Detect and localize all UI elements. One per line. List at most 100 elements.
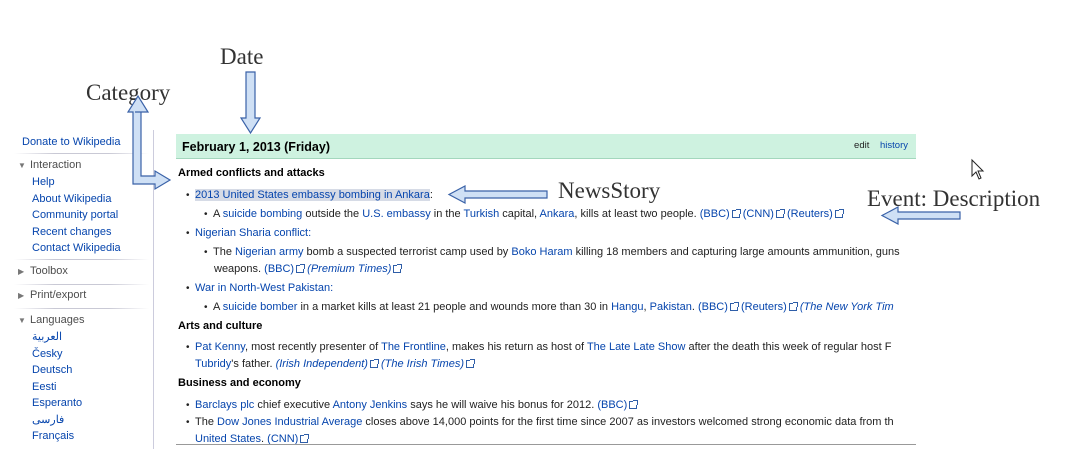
expanded-arrow-icon: ▼ bbox=[18, 316, 26, 325]
event-description: • Barclays plc chief executive Antony Jen… bbox=[186, 397, 639, 414]
header-links: edit history bbox=[854, 140, 908, 151]
bullet-icon: • bbox=[186, 400, 190, 411]
date-arrow-icon bbox=[239, 71, 262, 135]
current-events-content: February 1, 2013 (Friday) edit history A… bbox=[176, 134, 918, 449]
print-portlet-header[interactable]: ▶ Print/export bbox=[18, 287, 86, 304]
language-link-persian[interactable]: فارسی bbox=[32, 412, 82, 429]
external-link-icon bbox=[834, 209, 844, 218]
bullet-icon: • bbox=[186, 228, 190, 239]
link-suicide-bomber[interactable]: suicide bomber bbox=[223, 301, 298, 313]
ref-irish-times[interactable]: (The Irish Times) bbox=[381, 358, 464, 370]
story-link-war-nw-pakistan[interactable]: War in North-West Pakistan: bbox=[195, 282, 333, 294]
event-description-continued: Tubridy's father. (Irish Independent) (T… bbox=[195, 356, 476, 372]
sidebar-divider bbox=[14, 284, 149, 285]
day-header: February 1, 2013 (Friday) edit history bbox=[176, 134, 916, 159]
languages-label: Languages bbox=[30, 314, 85, 326]
external-link-icon bbox=[775, 209, 785, 218]
event-text: after the death this week of regular hos… bbox=[685, 341, 892, 353]
language-link-german[interactable]: Deutsch bbox=[32, 362, 82, 379]
bullet-icon: • bbox=[186, 417, 190, 428]
news-story-item: • 2013 United States embassy bombing in A… bbox=[186, 187, 433, 204]
ref-bbc[interactable]: (BBC) bbox=[698, 301, 728, 313]
sidebar-divider bbox=[14, 153, 149, 154]
link-hangu[interactable]: Hangu bbox=[611, 301, 643, 313]
external-link-icon bbox=[788, 302, 798, 311]
ref-bbc[interactable]: (BBC) bbox=[597, 399, 627, 411]
mouse-cursor-icon bbox=[971, 158, 985, 180]
edit-link[interactable]: edit bbox=[854, 140, 869, 151]
sidebar-item-recent-changes[interactable]: Recent changes bbox=[32, 224, 121, 241]
event-description: • The Dow Jones Industrial Average closes… bbox=[186, 414, 894, 431]
link-us-embassy[interactable]: U.S. embassy bbox=[362, 208, 430, 220]
ref-bbc[interactable]: (BBC) bbox=[264, 263, 294, 275]
link-pakistan[interactable]: Pakistan bbox=[650, 301, 692, 313]
event-text: The bbox=[213, 246, 236, 258]
link-nigerian-army[interactable]: Nigerian army bbox=[235, 246, 303, 258]
sidebar-divider bbox=[14, 259, 149, 260]
print-label: Print/export bbox=[30, 289, 87, 301]
languages-list: العربية Česky Deutsch Eesti Esperanto فا… bbox=[32, 329, 82, 445]
ref-reuters[interactable]: (Reuters) bbox=[741, 301, 787, 313]
ref-reuters[interactable]: (Reuters) bbox=[787, 208, 833, 220]
ref-irish-independent[interactable]: (Irish Independent) bbox=[276, 358, 368, 370]
link-antony-jenkins[interactable]: Antony Jenkins bbox=[333, 399, 408, 411]
language-link-czech[interactable]: Česky bbox=[32, 346, 82, 363]
news-story-item: • Nigerian Sharia conflict: bbox=[186, 225, 311, 242]
sidebar-item-help[interactable]: Help bbox=[32, 174, 121, 191]
sidebar-item-about[interactable]: About Wikipedia bbox=[32, 191, 121, 208]
sidebar-item-contact[interactable]: Contact Wikipedia bbox=[32, 240, 121, 257]
collapsed-arrow-icon: ▶ bbox=[18, 267, 25, 276]
event-text: , most recently presenter of bbox=[244, 341, 382, 353]
external-link-icon bbox=[296, 264, 306, 273]
language-link-esperanto[interactable]: Esperanto bbox=[32, 395, 82, 412]
language-link-arabic[interactable]: العربية bbox=[32, 329, 82, 346]
link-boko-haram[interactable]: Boko Haram bbox=[511, 246, 572, 258]
event-description: • Pat Kenny, most recently presenter of T… bbox=[186, 339, 891, 356]
external-link-icon bbox=[466, 359, 476, 368]
bullet-icon: • bbox=[186, 342, 190, 353]
story-link-nigerian-sharia-conflict[interactable]: Nigerian Sharia conflict: bbox=[195, 227, 311, 239]
story-link-ankara-bombing[interactable]: 2013 United States embassy bombing in An… bbox=[195, 189, 430, 201]
ref-new-york-times[interactable]: (The New York Tim bbox=[800, 301, 894, 313]
bullet-icon: • bbox=[186, 283, 190, 294]
ref-cnn[interactable]: (CNN) bbox=[743, 208, 774, 220]
event-description-continued: weapons. (BBC) (Premium Times) bbox=[214, 261, 403, 277]
link-pat-kenny[interactable]: Pat Kenny bbox=[195, 341, 245, 353]
link-dow-jones[interactable]: Dow Jones Industrial Average bbox=[217, 416, 362, 428]
event-description: • A suicide bombing outside the U.S. emba… bbox=[204, 206, 844, 223]
category-arts-culture: Arts and culture bbox=[178, 320, 263, 332]
bullet-icon: • bbox=[204, 209, 208, 220]
link-suicide-bombing[interactable]: suicide bombing bbox=[223, 208, 303, 220]
ref-bbc[interactable]: (BBC) bbox=[700, 208, 730, 220]
external-link-icon bbox=[300, 434, 310, 443]
history-link[interactable]: history bbox=[880, 140, 908, 151]
content-divider bbox=[176, 444, 916, 445]
event-text: bomb a suspected terrorist camp used by bbox=[303, 246, 512, 258]
link-ankara[interactable]: Ankara bbox=[540, 208, 575, 220]
language-link-french[interactable]: Français bbox=[32, 428, 82, 445]
annotation-date: Date bbox=[220, 44, 264, 69]
link-late-late-show[interactable]: The Late Late Show bbox=[587, 341, 685, 353]
languages-portlet-header[interactable]: ▼ Languages bbox=[18, 312, 84, 329]
link-the-frontline[interactable]: The Frontline bbox=[381, 341, 446, 353]
event-text: A bbox=[213, 301, 223, 313]
collapsed-arrow-icon: ▶ bbox=[18, 291, 25, 300]
link-turkish[interactable]: Turkish bbox=[464, 208, 500, 220]
bullet-icon: • bbox=[204, 302, 208, 313]
event-text: in a market kills at least 21 people and… bbox=[297, 301, 612, 313]
external-link-icon bbox=[729, 302, 739, 311]
event-text: weapons. bbox=[214, 263, 265, 275]
event-text: , kills at least two people. bbox=[574, 208, 700, 220]
event-description: • The Nigerian army bomb a suspected terr… bbox=[204, 244, 900, 261]
donate-link[interactable]: Donate to Wikipedia bbox=[22, 134, 120, 151]
annotation-category: Category bbox=[86, 80, 171, 105]
link-tubridy[interactable]: Tubridy bbox=[195, 358, 231, 370]
language-link-estonian[interactable]: Eesti bbox=[32, 379, 82, 396]
expanded-arrow-icon: ▼ bbox=[18, 161, 26, 170]
toolbox-portlet-header[interactable]: ▶ Toolbox bbox=[18, 263, 68, 280]
link-barclays[interactable]: Barclays plc bbox=[195, 399, 254, 411]
interaction-portlet-header[interactable]: ▼ Interaction bbox=[18, 157, 81, 174]
ref-premium-times[interactable]: (Premium Times) bbox=[307, 263, 391, 275]
external-link-icon bbox=[731, 209, 741, 218]
sidebar-item-community-portal[interactable]: Community portal bbox=[32, 207, 121, 224]
